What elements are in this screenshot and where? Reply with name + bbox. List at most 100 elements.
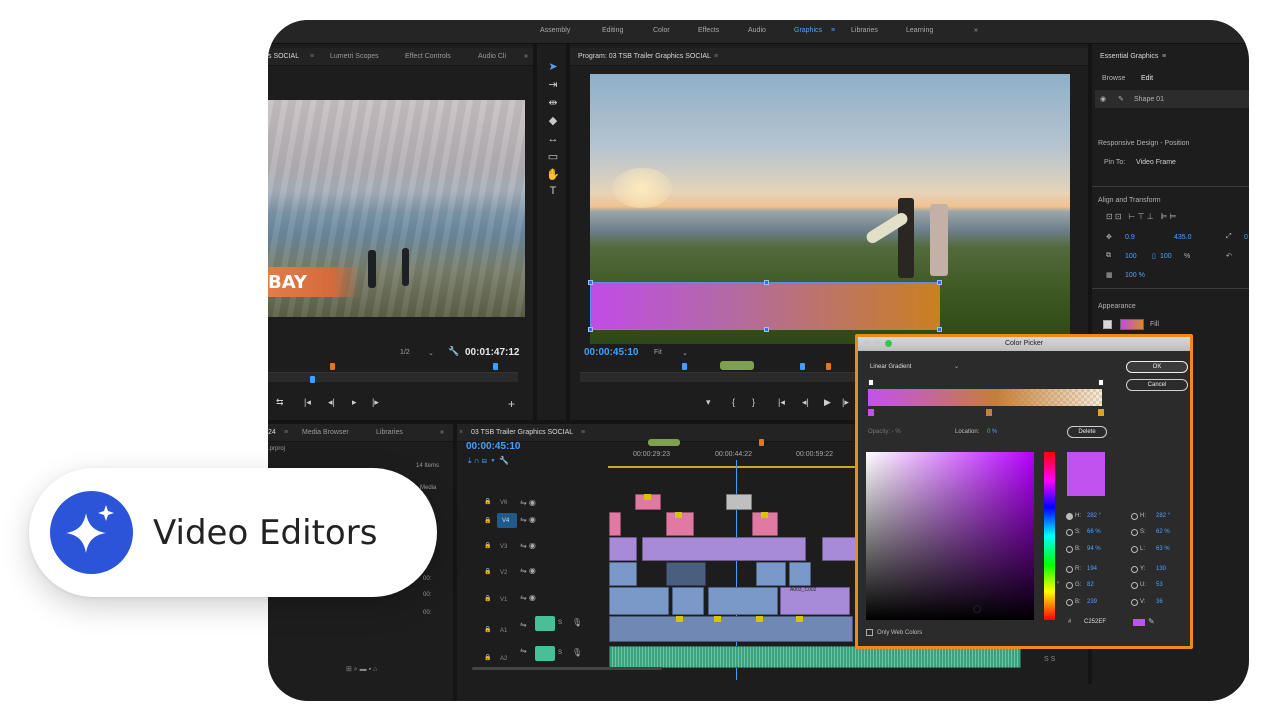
mark-out-icon[interactable]: } <box>752 397 755 407</box>
field-value[interactable]: 63 % <box>1156 546 1170 552</box>
mute-button[interactable] <box>535 646 555 661</box>
workspace-tab-color[interactable]: Color <box>653 27 670 34</box>
field-value[interactable]: 62 % <box>1156 529 1170 535</box>
panel-menu-icon[interactable]: ≡ <box>310 53 314 60</box>
radio-y[interactable] <box>1131 566 1138 573</box>
go-to-in-icon[interactable]: |◂ <box>304 397 311 408</box>
lock-icon[interactable]: 🔒 <box>484 568 491 575</box>
play-icon[interactable]: ▸ <box>352 397 357 408</box>
work-area-bar[interactable] <box>648 439 680 446</box>
razor-tool-icon[interactable]: ◆ <box>546 114 560 128</box>
hex-input[interactable]: C252EF <box>1084 619 1106 625</box>
radio-b[interactable] <box>1066 599 1073 606</box>
opacity-value[interactable]: 100 % <box>1125 272 1145 279</box>
step-back-icon[interactable]: ◂| <box>328 397 335 408</box>
delete-button[interactable]: Delete <box>1067 426 1107 438</box>
type-tool-icon[interactable]: T <box>546 184 560 198</box>
tab-lumetri-scopes[interactable]: Lumetri Scopes <box>330 53 379 60</box>
marker[interactable] <box>682 363 687 370</box>
link-icon[interactable]: ▯ <box>1152 252 1156 260</box>
radio-b[interactable] <box>1066 546 1073 553</box>
selection-tool-icon[interactable]: ➤ <box>546 60 560 74</box>
panel-menu-icon[interactable]: ≡ <box>714 53 718 60</box>
eyedropper-icon[interactable]: ✎ <box>1148 617 1155 626</box>
panel-menu-icon[interactable]: ≡ <box>284 429 288 436</box>
opacity-stop[interactable] <box>868 379 874 386</box>
saturation-brightness-field[interactable] <box>866 452 1034 620</box>
fill-swatch[interactable] <box>1120 319 1144 330</box>
clip[interactable] <box>708 587 778 615</box>
clip[interactable] <box>822 537 858 561</box>
clip[interactable] <box>726 494 752 510</box>
clip[interactable] <box>756 562 786 586</box>
sync-icon[interactable]: ⇋ ◉ <box>520 498 536 507</box>
field-value[interactable]: 66 % <box>1087 529 1101 535</box>
timeline-scrollbar[interactable] <box>472 667 662 670</box>
position-y-value[interactable]: 435.0 <box>1174 234 1192 241</box>
clip[interactable] <box>609 587 669 615</box>
go-to-in-icon[interactable]: |◂ <box>778 397 785 408</box>
clip[interactable] <box>609 616 853 642</box>
clip[interactable] <box>642 537 806 561</box>
rotation-value[interactable]: 0 <box>1244 234 1248 241</box>
track-select-tool-icon[interactable]: ⇥ <box>546 78 560 92</box>
chevron-down-icon[interactable]: ⌄ <box>428 349 434 357</box>
marker[interactable] <box>800 363 805 370</box>
lock-icon[interactable]: 🔒 <box>484 626 491 633</box>
play-icon[interactable]: ▶ <box>824 397 831 408</box>
clip[interactable] <box>609 512 621 536</box>
field-value[interactable]: 53 <box>1156 582 1163 588</box>
marker[interactable] <box>330 363 335 370</box>
wrench-icon[interactable]: 🔧 <box>448 346 459 357</box>
scale-value[interactable]: 100 <box>1160 253 1172 260</box>
gradient-shape[interactable] <box>590 282 940 330</box>
workspace-tab-libraries[interactable]: Libraries <box>851 27 878 34</box>
radio-s[interactable] <box>1131 529 1138 536</box>
radio-v[interactable] <box>1131 599 1138 606</box>
radio-h[interactable] <box>1131 513 1138 520</box>
sync-icon[interactable]: ⇋ ◉ <box>520 515 536 524</box>
gradient-mode-select[interactable]: Linear Gradient <box>870 364 911 370</box>
workspace-more-icon[interactable]: » <box>974 27 978 34</box>
workspace-tab-effects[interactable]: Effects <box>698 27 719 34</box>
microphone-icon[interactable]: 🎙 <box>572 618 582 627</box>
field-value[interactable]: 94 % <box>1087 546 1101 552</box>
color-field-cursor[interactable] <box>973 605 981 613</box>
lock-icon[interactable]: 🔒 <box>484 542 491 549</box>
solo-button[interactable]: S <box>558 650 562 656</box>
panel-more-icon[interactable]: » <box>524 53 528 60</box>
chevron-down-icon[interactable]: ⌄ <box>682 349 688 357</box>
tab-edit[interactable]: Edit <box>1141 75 1153 82</box>
rectangle-tool-icon[interactable]: ▭ <box>546 150 560 164</box>
align-icons[interactable]: ⊡ ⊡ ⊢ ⊤ ⊥ ⊫ ⊨ <box>1106 212 1176 221</box>
sync-icon[interactable]: ⇋ <box>520 620 527 629</box>
program-fit-select[interactable]: Fit <box>654 349 662 356</box>
field-value[interactable]: 239 <box>1087 599 1097 605</box>
field-value[interactable]: 36 <box>1156 599 1163 605</box>
field-value[interactable]: 82 <box>1087 582 1094 588</box>
project-toolbar-icons[interactable]: ⊞ ⌕ ▬ ▪ ⌂ <box>346 665 377 674</box>
transform-handle[interactable] <box>937 280 942 285</box>
solo-button[interactable]: S <box>558 620 562 626</box>
step-forward-icon[interactable]: |▸ <box>842 397 849 408</box>
radio-r[interactable] <box>1066 566 1073 573</box>
transform-handle[interactable] <box>764 327 769 332</box>
add-button-icon[interactable]: + <box>508 397 515 411</box>
cancel-button[interactable]: Cancel <box>1126 379 1188 391</box>
location-value[interactable]: 0 % <box>987 429 997 435</box>
eye-icon[interactable]: ◉ <box>1100 95 1106 103</box>
sync-icon[interactable]: ⇋ ◉ <box>520 593 536 602</box>
lock-icon[interactable]: 🔒 <box>484 517 491 524</box>
marker[interactable] <box>493 363 498 370</box>
work-area-bar[interactable] <box>720 361 754 370</box>
timeline-tools-icons[interactable]: ⤓ ∩ ⊟ ▾ 🔧 <box>468 456 509 466</box>
only-web-colors-checkbox[interactable] <box>866 629 873 636</box>
position-x-value[interactable]: 0.9 <box>1125 234 1135 241</box>
scale-value[interactable]: 100 <box>1125 253 1137 260</box>
step-back-icon[interactable]: ◂| <box>802 397 809 408</box>
add-marker-icon[interactable]: ▾ <box>706 397 711 408</box>
sync-icon[interactable]: ⇋ ◉ <box>520 541 536 550</box>
opacity-stop[interactable] <box>1098 379 1104 386</box>
color-stop[interactable] <box>1098 409 1104 416</box>
clip[interactable] <box>609 537 637 561</box>
